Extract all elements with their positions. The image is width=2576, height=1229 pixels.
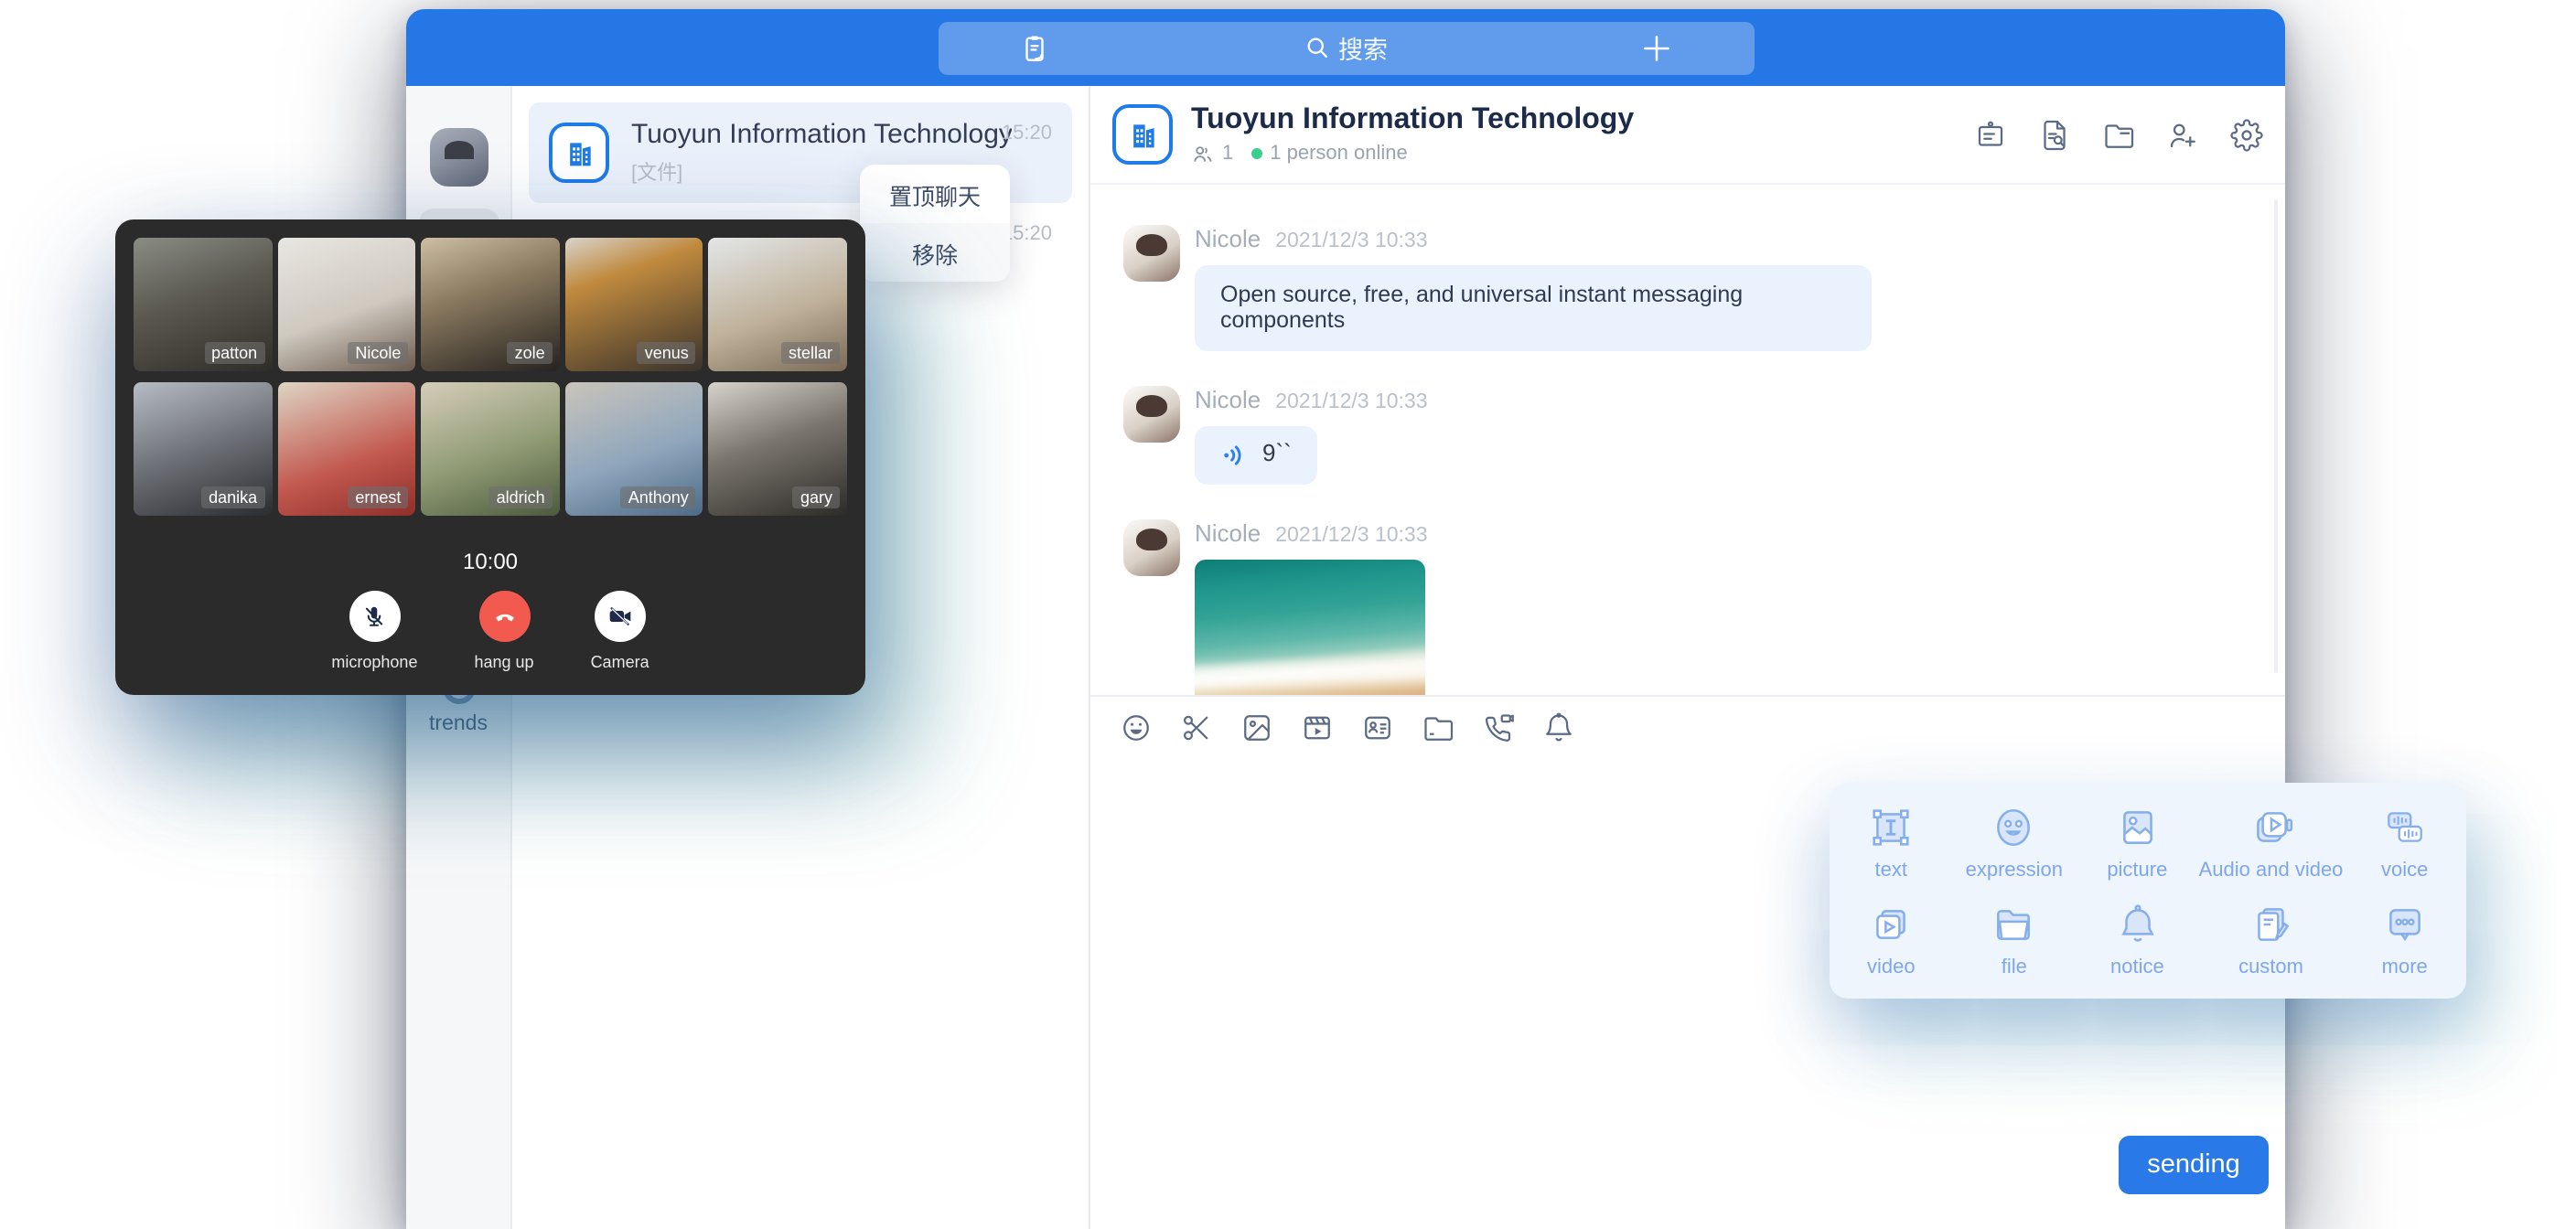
more-icon [2382, 901, 2428, 946]
video-tile: Nicole [277, 238, 415, 371]
video-tile: zole [421, 238, 559, 371]
chat-main: Tuoyun Information Technology 1 1 person… [1090, 86, 2285, 1229]
text-bubble: Open source, free, and universal instant… [1195, 265, 1872, 351]
message-list[interactable]: Nicole 2021/12/3 10:33 Open source, free… [1090, 185, 2285, 694]
camera-muted-icon [606, 602, 635, 631]
settings-gear-icon[interactable] [2230, 118, 2263, 151]
sender-avatar[interactable] [1123, 519, 1180, 576]
microphone-toggle[interactable]: microphone [331, 591, 417, 671]
file-icon [1991, 901, 2037, 946]
call-controls: microphone hang up [134, 591, 847, 671]
sender-avatar[interactable] [1123, 386, 1180, 443]
organization-icon [1112, 104, 1173, 165]
voice-icon [2382, 804, 2428, 850]
trends-label: trends [406, 713, 510, 735]
voice-wave-icon [1220, 441, 1250, 470]
search-icon [1304, 35, 1329, 60]
voice-duration: 9`` [1262, 442, 1292, 469]
camera-toggle[interactable]: Camera [591, 591, 649, 671]
notification-bell-icon[interactable] [1542, 711, 1575, 744]
notice-bell-icon [2114, 901, 2160, 946]
video-tile: aldrich [421, 382, 559, 516]
user-avatar[interactable] [429, 128, 488, 187]
participant-grid: patton Nicole zole venus stellar danika … [134, 238, 847, 516]
context-menu: 置顶聊天 移除 [860, 165, 1010, 282]
panel-item-notice[interactable]: notice [2076, 891, 2199, 988]
chat-title: Tuoyun Information Technology [631, 119, 1013, 150]
panel-item-custom[interactable]: custom [2199, 891, 2344, 988]
conversation-title: Tuoyun Information Technology [1191, 103, 1634, 136]
message-type-panel: text expression picture [1830, 783, 2466, 999]
expression-icon [1991, 804, 2037, 850]
contact-card-icon[interactable] [1361, 711, 1394, 744]
image-attachment[interactable] [1195, 560, 1425, 695]
video-call-overlay: patton Nicole zole venus stellar danika … [115, 219, 865, 695]
sender-name: Nicole [1195, 225, 1261, 252]
message-text: Nicole 2021/12/3 10:33 Open source, free… [1123, 225, 2285, 351]
members-icon [1191, 142, 1215, 166]
emoji-icon[interactable] [1120, 711, 1153, 744]
panel-item-audio-video[interactable]: Audio and video [2199, 794, 2344, 891]
call-icon[interactable] [1482, 711, 1515, 744]
chat-header: Tuoyun Information Technology 1 1 person… [1090, 86, 2285, 185]
custom-icon [2249, 901, 2294, 946]
sender-avatar[interactable] [1123, 225, 1180, 282]
panel-item-text[interactable]: text [1830, 794, 1953, 891]
add-member-icon[interactable] [2166, 118, 2199, 151]
announcement-icon[interactable] [1974, 118, 2007, 151]
panel-item-more[interactable]: more [2343, 891, 2466, 988]
picture-icon [2114, 804, 2160, 850]
contact-note-icon[interactable] [1018, 32, 1049, 63]
hang-up-button[interactable]: hang up [474, 591, 533, 671]
add-icon[interactable] [1638, 30, 1673, 65]
audio-video-icon [2249, 804, 2294, 850]
topbar: 搜索 [406, 9, 2285, 86]
video-tile: danika [134, 382, 272, 516]
image-icon[interactable] [1240, 711, 1273, 744]
panel-item-expression[interactable]: expression [1953, 794, 2077, 891]
sender-name: Nicole [1195, 519, 1261, 547]
video-tile: stellar [709, 238, 847, 371]
video-icon [1868, 901, 1914, 946]
search-bar[interactable]: 搜索 [938, 21, 1754, 74]
video-tile: ernest [277, 382, 415, 516]
member-count: 1 [1222, 143, 1233, 165]
organization-icon [549, 123, 609, 183]
message-voice: Nicole 2021/12/3 10:33 9`` [1123, 386, 2285, 485]
composer-toolbar [1090, 694, 2285, 760]
hang-up-icon [489, 602, 519, 631]
menu-item-remove[interactable]: 移除 [860, 223, 1010, 282]
send-button[interactable]: sending [2119, 1136, 2269, 1194]
search-placeholder[interactable]: 搜索 [1304, 21, 1388, 74]
video-tile: Anthony [565, 382, 703, 516]
text-icon [1868, 804, 1914, 850]
app-root: 搜索 trends [0, 0, 2576, 1229]
group-file-icon[interactable] [2102, 118, 2135, 151]
video-tile: gary [709, 382, 847, 516]
online-dot [1251, 148, 1262, 159]
voice-bubble[interactable]: 9`` [1195, 426, 1317, 485]
call-timer: 10:00 [134, 549, 847, 574]
message-time: 2021/12/3 10:33 [1275, 391, 1427, 413]
video-clapper-icon[interactable] [1301, 711, 1334, 744]
panel-item-voice[interactable]: voice [2343, 794, 2466, 891]
online-status: 1 person online [1270, 143, 1407, 165]
message-image: Nicole 2021/12/3 10:33 [1123, 519, 2285, 695]
file-folder-icon[interactable] [1422, 711, 1454, 744]
chat-record-search-icon[interactable] [2038, 118, 2071, 151]
chat-time: 15:20 [1002, 123, 1052, 144]
panel-item-file[interactable]: file [1953, 891, 2077, 988]
screenshot-scissors-icon[interactable] [1180, 711, 1213, 744]
mic-muted-icon [360, 603, 388, 630]
panel-item-video[interactable]: video [1830, 891, 1953, 988]
menu-item-pin-chat[interactable]: 置顶聊天 [860, 165, 1010, 223]
panel-item-picture[interactable]: picture [2076, 794, 2199, 891]
sender-name: Nicole [1195, 386, 1261, 413]
video-tile: venus [565, 238, 703, 371]
scrollbar[interactable] [2274, 199, 2278, 672]
message-time: 2021/12/3 10:33 [1275, 525, 1427, 547]
video-tile: patton [134, 238, 272, 371]
message-time: 2021/12/3 10:33 [1275, 230, 1427, 252]
